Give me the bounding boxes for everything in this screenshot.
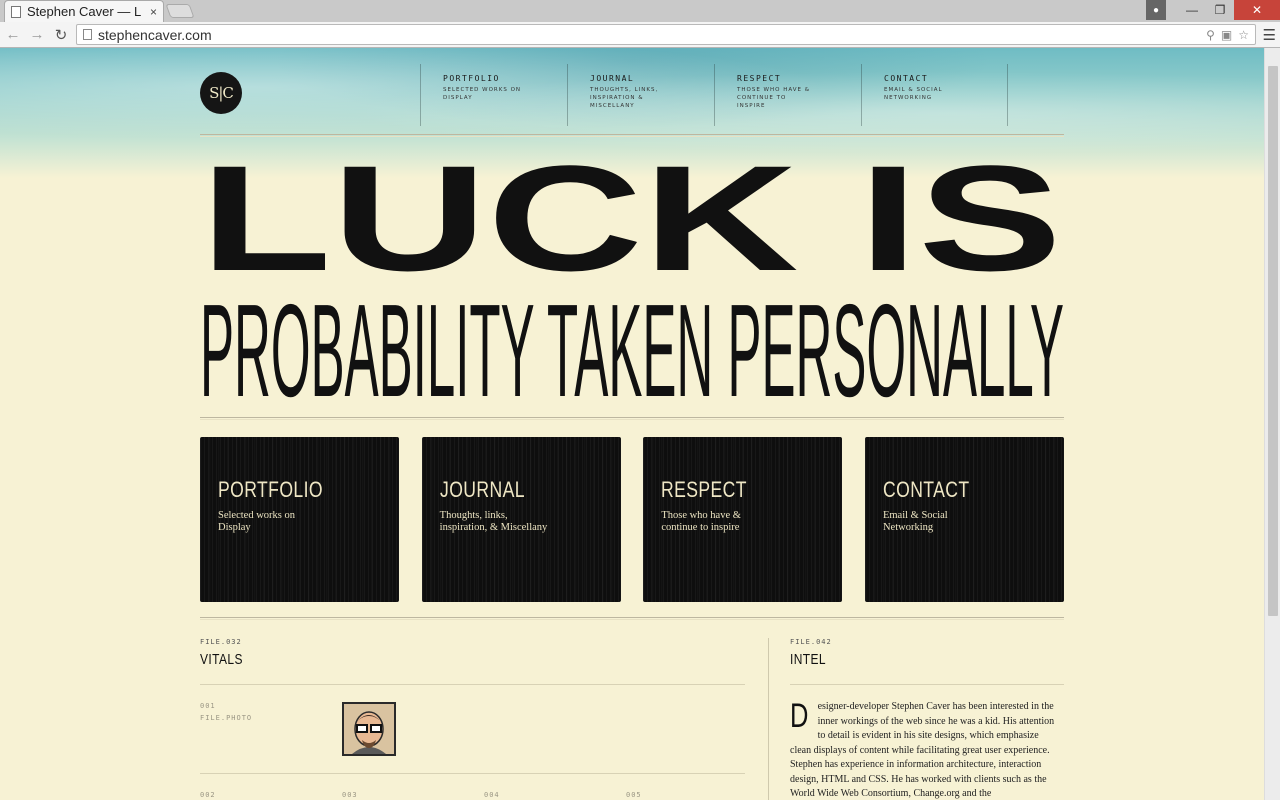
headline-line-1-text: LUCK IS [200,148,1062,278]
box-respect[interactable]: RESPECT Those who have & continue to ins… [643,437,843,602]
page-icon [11,5,21,18]
box-title: PORTFOLIO [218,477,323,502]
vitals-label-002: 002 [200,791,216,799]
menu-icon[interactable]: ☰ [1263,26,1276,44]
page-viewport: S|C PORTFOLIO SELECTED WORKS ON DISPLAY … [0,48,1264,800]
page-icon [83,29,92,40]
site-logo[interactable]: S|C [200,72,242,114]
vitals-divider-2 [200,773,745,774]
avatar-illustration [344,704,394,754]
box-desc: Thoughts, links, inspiration, & Miscella… [439,510,548,533]
nav-item-respect[interactable]: RESPECT THOSE WHO HAVE & CONTINUE TO INS… [714,64,861,126]
forward-arrow-icon[interactable]: → [26,24,48,46]
nav-item-desc: THOSE WHO HAVE & CONTINUE TO INSPIRE [737,87,811,109]
vitals-item-number: 001 [200,702,216,710]
browser-toolbar: ← → ↻ stephencaver.com ⚲ ▣ ☆ ☰ [0,22,1280,48]
feature-boxes: PORTFOLIO Selected works on Display JOUR… [200,437,1064,602]
box-title: JOURNAL [439,477,525,502]
intel-body: esigner-developer Stephen Caver has been… [790,701,1055,799]
close-window-button[interactable]: ✕ [1234,0,1280,20]
new-tab-button[interactable] [165,4,195,18]
box-desc: Email & Social Networking [882,510,948,533]
dropcap: D [790,697,809,735]
avatar [342,702,396,756]
intel-file-label: FILE.042 [790,638,832,646]
vitals-title: VITALS [200,651,243,668]
vertical-scrollbar[interactable] [1264,48,1280,800]
vitals-label-004: 004 [484,791,500,799]
star-icon[interactable]: ☆ [1238,28,1249,42]
box-desc: Selected works on Display [218,510,295,533]
nav-item-title: RESPECT [737,74,782,83]
restore-button[interactable]: ❐ [1206,0,1234,20]
reload-icon[interactable]: ↻ [50,24,72,46]
nav-item-title: CONTACT [884,74,929,83]
intel-divider [790,684,1064,685]
address-bar[interactable]: stephencaver.com ⚲ ▣ ☆ [76,24,1256,45]
window-titlebar: Stephen Caver — L × ● — ❐ ✕ [0,0,1280,22]
nav-item-desc: SELECTED WORKS ON DISPLAY [443,87,522,101]
translate-icon[interactable]: ▣ [1221,28,1232,42]
headline-line-2-text: PROBABILITY TAKEN PERSONALLY [200,284,1064,404]
headline-line-2: PROBABILITY TAKEN PERSONALLY [200,284,1064,404]
box-title: RESPECT [661,477,748,502]
column-divider [768,638,769,800]
headline-line-1: LUCK IS [200,148,1062,278]
box-title: CONTACT [882,477,970,502]
vitals-divider [200,684,745,685]
nav-item-portfolio[interactable]: PORTFOLIO SELECTED WORKS ON DISPLAY [420,64,567,126]
nav-item-title: JOURNAL [590,74,635,83]
back-arrow-icon[interactable]: ← [2,24,24,46]
vitals-item-label: FILE.PHOTO [200,714,253,722]
nav-item-desc: EMAIL & SOCIAL NETWORKING [884,87,943,101]
nav-item-title: PORTFOLIO [443,74,500,83]
intel-paragraph: Designer-developer Stephen Caver has bee… [790,697,1062,800]
nav-item-journal[interactable]: JOURNAL THOUGHTS, LINKS, INSPIRATION & M… [567,64,714,126]
box-portfolio[interactable]: PORTFOLIO Selected works on Display [200,437,399,602]
minimize-button[interactable]: — [1178,0,1206,20]
profile-icon[interactable]: ● [1146,0,1166,20]
boxes-divider [200,617,1064,620]
vitals-file-label: FILE.032 [200,638,242,646]
nav-item-desc: THOUGHTS, LINKS, INSPIRATION & MISCELLAN… [590,87,659,109]
box-contact[interactable]: CONTACT Email & Social Networking [864,437,1064,602]
window-controls: ● — ❐ ✕ [1146,0,1280,22]
top-navigation: PORTFOLIO SELECTED WORKS ON DISPLAY JOUR… [420,64,1008,126]
url-text[interactable]: stephencaver.com [98,27,1200,43]
vitals-label-003: 003 [342,791,358,799]
box-desc: Those who have & continue to inspire [661,510,741,533]
browser-tab[interactable]: Stephen Caver — L × [4,0,164,22]
intel-title: INTEL [790,651,827,668]
headline-divider [200,417,1064,420]
header-divider [200,134,1064,137]
vitals-label-005: 005 [626,791,642,799]
tab-title: Stephen Caver — L [27,4,142,19]
box-journal[interactable]: JOURNAL Thoughts, links, inspiration, & … [421,437,621,602]
search-icon[interactable]: ⚲ [1206,28,1215,42]
nav-item-contact[interactable]: CONTACT EMAIL & SOCIAL NETWORKING [861,64,1008,126]
tab-close-icon[interactable]: × [150,5,157,19]
scrollbar-thumb[interactable] [1268,66,1278,616]
